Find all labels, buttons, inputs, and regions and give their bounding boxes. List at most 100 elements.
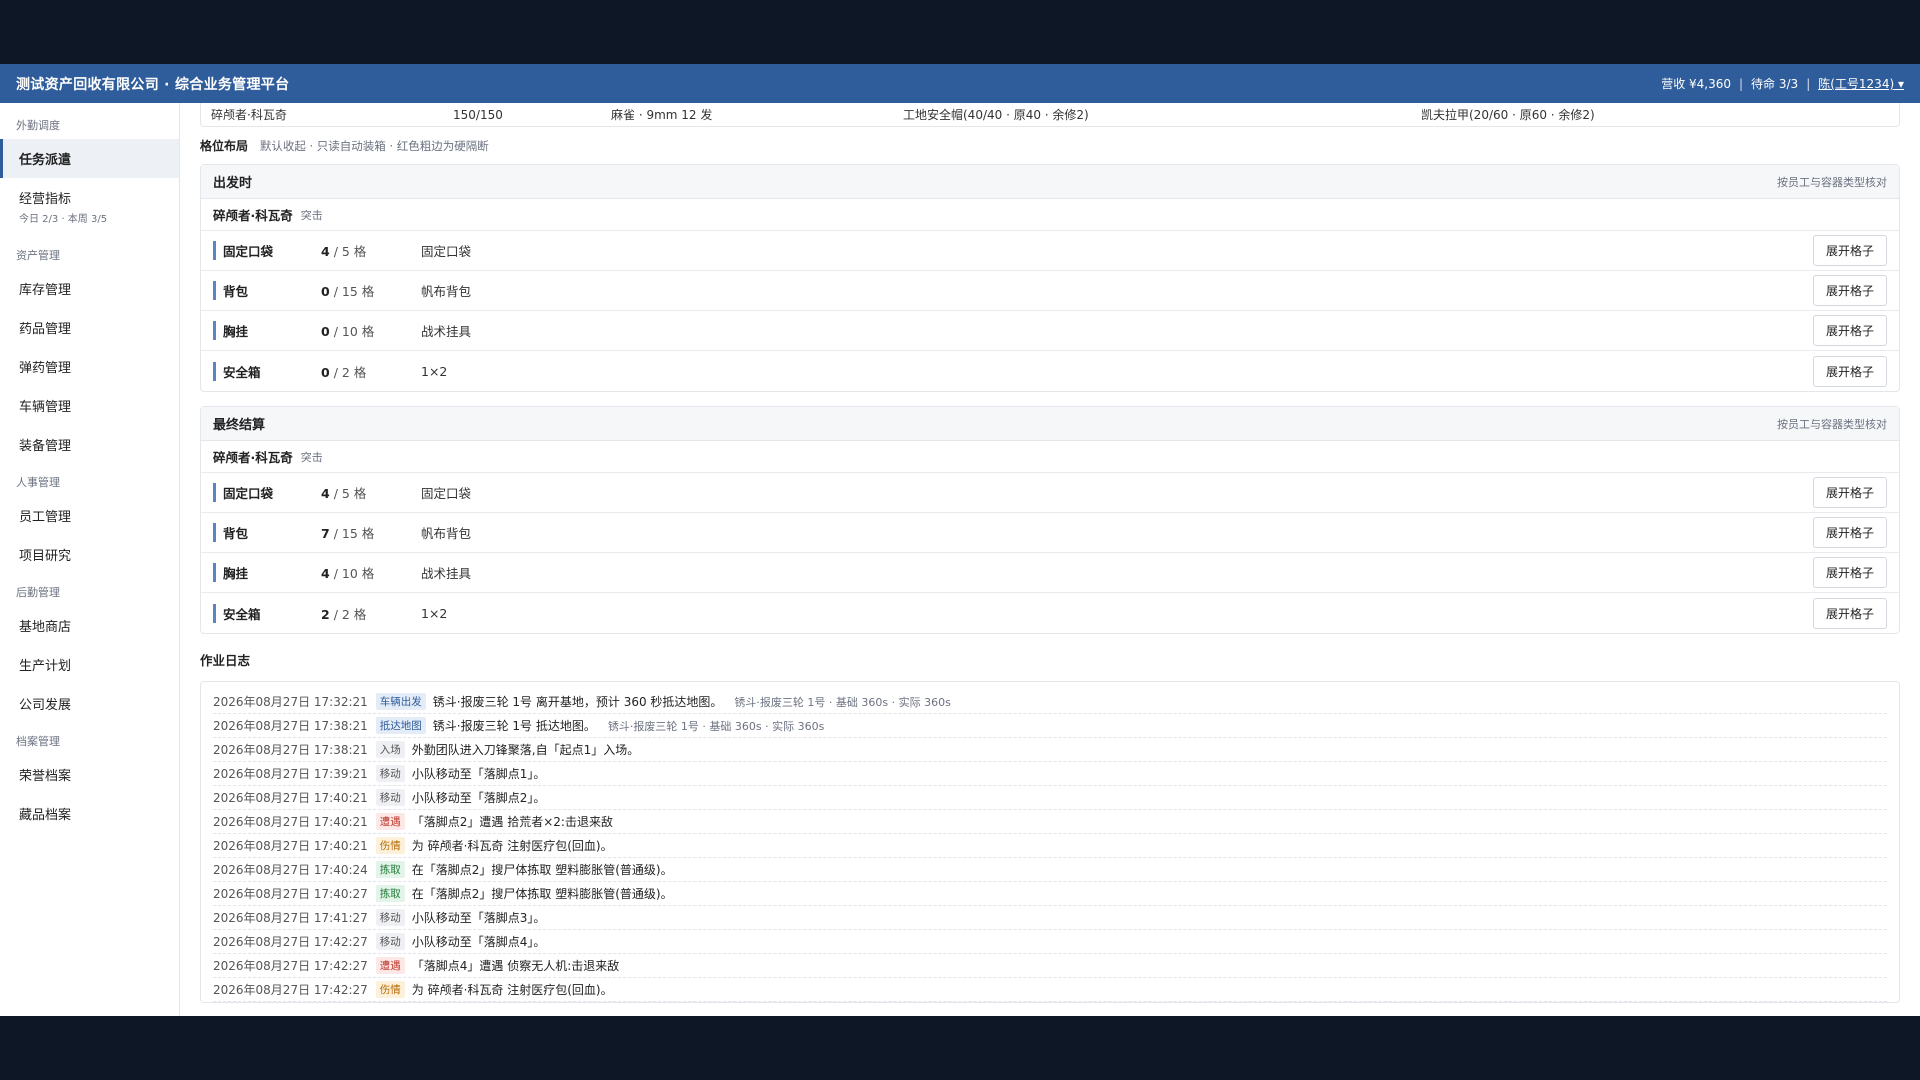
log-type-badge: 遭遇 — [375, 957, 405, 974]
log-timestamp: 2026年08月27日 17:40:21 — [213, 839, 368, 853]
slot-row: 安全箱 0 / 2 格 1×2 展开格子 — [201, 351, 1899, 391]
sidebar-item-medicine[interactable]: 药品管理 — [0, 308, 179, 347]
slot-row: 安全箱 2 / 2 格 1×2 展开格子 — [201, 593, 1899, 633]
slot-count: 0 / 15 格 — [321, 281, 421, 300]
sidebar-item-collection[interactable]: 藏品档案 — [0, 794, 179, 833]
top-bar-status: 营收 ¥4,360 | 待命 3/3 | 陈(工号1234) ▾ — [1661, 75, 1904, 92]
slot-row: 固定口袋 4 / 5 格 固定口袋 展开格子 — [201, 473, 1899, 513]
log-type-badge: 抵达地图 — [375, 717, 426, 734]
slot-type: 帆布背包 — [421, 284, 472, 299]
log-entry: 2026年08月27日 17:40:21 遭遇 「落脚点2」遭遇 拾荒者×2:击退来… — [213, 810, 1887, 834]
log-timestamp: 2026年08月27日 17:38:21 — [213, 719, 368, 733]
log-message: 在「落脚点2」搜尸体拣取 塑料膨胀管(普通级)。 — [411, 887, 673, 901]
grid-layout-header: 格位布局 默认收起 · 只读自动装箱 · 红色粗边为硬隔断 — [200, 127, 1900, 164]
log-entry: 2026年08月27日 17:40:24 拣取 在「落脚点2」搜尸体拣取 塑料膨胀管… — [213, 858, 1887, 882]
slot-capacity: / 2 格 — [333, 364, 367, 380]
main-content: 碎颅者·科瓦奇 150/150 麻雀 · 9mm 12 发 工地安全帽(40/4… — [180, 103, 1920, 1016]
log-type-badge: 移动 — [375, 765, 405, 782]
log-entry: 2026年08月27日 17:40:21 伤情为 碎颅者·科瓦奇 注射医疗包(回血… — [213, 834, 1887, 858]
slot-capacity: / 15 格 — [333, 526, 375, 541]
crew-name: 碎颅者·科瓦奇 — [211, 108, 287, 122]
user-menu[interactable]: 陈(工号1234) ▾ — [1818, 75, 1904, 92]
log-message: 「落脚点4」遭遇 侦察无人机:击退来敌 — [411, 959, 620, 973]
panel-header: 最终结算 按员工与容器类型核对 — [201, 407, 1899, 441]
expand-slots-button[interactable]: 展开格子 — [1812, 235, 1887, 266]
slot-row: 胸挂 4 / 10 格 战术挂具 展开格子 — [201, 553, 1899, 593]
log-type-badge: 伤情 — [375, 981, 405, 998]
slot-type: 战术挂具 — [421, 324, 472, 339]
sidebar-item-dispatch[interactable]: 任务派遣 — [0, 139, 179, 178]
slot-name: 固定口袋 — [213, 241, 321, 260]
log-entry: 2026年08月27日 17:41:27 移动 小队移动至「落脚点3」。 — [213, 906, 1887, 930]
slot-type: 1×2 — [421, 363, 448, 379]
sidebar-item-development[interactable]: 公司发展 — [0, 684, 179, 723]
slot-type: 固定口袋 — [421, 244, 472, 259]
chevron-down-icon: ▾ — [1897, 77, 1904, 91]
sidebar-item-equipment[interactable]: 装备管理 — [0, 425, 179, 464]
operator-row: 碎颅者·科瓦奇 突击 — [201, 441, 1899, 473]
expand-slots-button[interactable]: 展开格子 — [1812, 477, 1887, 508]
log-message: 锈斗·报废三轮 1号 抵达地图。 — [432, 719, 596, 733]
operator-row: 碎颅者·科瓦奇 突击 — [201, 199, 1899, 231]
panel-final-settlement: 最终结算 按员工与容器类型核对 碎颅者·科瓦奇 突击 固定口袋 4 / 5 格 … — [200, 406, 1900, 634]
sidebar-item-production[interactable]: 生产计划 — [0, 645, 179, 684]
log-entry: 2026年08月27日 17:40:27 拣取 在「落脚点2」搜尸体拣取 塑料膨胀管… — [213, 882, 1887, 906]
log-message: 锈斗·报废三轮 1号 离开基地，预计 360 秒抵达地图。 — [432, 695, 723, 709]
slot-used: 0 — [321, 364, 330, 380]
operation-log: 2026年08月27日 17:32:21 车辆出发 锈斗·报废三轮 1号 离开基地，… — [200, 681, 1900, 1003]
log-title: 作业日志 — [200, 653, 251, 668]
crew-armor: 凯夫拉甲(20/60 · 原60 · 余修2) — [1421, 108, 1595, 122]
slot-capacity: / 15 格 — [333, 284, 375, 299]
log-type-badge: 移动 — [375, 789, 405, 806]
sidebar-section-title: 人事管理 — [16, 476, 60, 489]
log-message: 在「落脚点2」搜尸体拣取 塑料膨胀管(普通级)。 — [411, 863, 673, 877]
log-timestamp: 2026年08月27日 17:42:27 — [213, 935, 368, 949]
panel-title: 出发时 — [213, 176, 253, 191]
sidebar-item-vehicles[interactable]: 车辆管理 — [0, 386, 179, 425]
slot-row: 背包 7 / 15 格 帆布背包 展开格子 — [201, 513, 1899, 553]
expand-slots-button[interactable]: 展开格子 — [1812, 517, 1887, 548]
sidebar-item-research[interactable]: 项目研究 — [0, 535, 179, 574]
top-bar: 测试资产回收有限公司 · 综合业务管理平台 营收 ¥4,360 | 待命 3/3… — [0, 64, 1920, 103]
log-message: 小队移动至「落脚点3」。 — [411, 911, 546, 925]
sidebar-item-honors[interactable]: 荣誉档案 — [0, 755, 179, 794]
slot-name: 背包 — [213, 281, 321, 300]
sidebar-item-staff[interactable]: 员工管理 — [0, 496, 179, 535]
app-window: 测试资产回收有限公司 · 综合业务管理平台 营收 ¥4,360 | 待命 3/3… — [0, 64, 1920, 1016]
sidebar-item-metrics[interactable]: 经营指标 今日 2/3 · 本周 3/5 — [0, 178, 179, 235]
log-detail: 锈斗·报废三轮 1号 · 基础 360s · 实际 360s — [607, 719, 825, 733]
sidebar-section-title: 后勤管理 — [16, 586, 60, 599]
log-entry: 2026年08月27日 17:39:21 移动 小队移动至「落脚点1」。 — [213, 762, 1887, 786]
log-message: 外勤团队进入刀锋聚落,自「起点1」入场。 — [411, 743, 640, 757]
slot-used: 2 — [321, 606, 330, 622]
panel-hint: 按员工与容器类型核对 — [1777, 175, 1887, 189]
sidebar: 外勤调度 任务派遣 经营指标 今日 2/3 · 本周 3/5 资产管理 库存管理… — [0, 103, 180, 1016]
slot-count: 2 / 2 格 — [321, 604, 421, 623]
sidebar-section-title: 资产管理 — [16, 249, 60, 262]
expand-slots-button[interactable]: 展开格子 — [1812, 275, 1887, 306]
revenue-display: 营收 ¥4,360 — [1661, 77, 1731, 91]
sidebar-item-ammo[interactable]: 弹药管理 — [0, 347, 179, 386]
panel-header: 出发时 按员工与容器类型核对 — [201, 165, 1899, 199]
expand-slots-button[interactable]: 展开格子 — [1812, 557, 1887, 588]
slot-type: 固定口袋 — [421, 486, 472, 501]
sidebar-item-inventory[interactable]: 库存管理 — [0, 269, 179, 308]
slot-name: 固定口袋 — [213, 483, 321, 502]
slot-used: 0 — [321, 284, 330, 299]
expand-slots-button[interactable]: 展开格子 — [1812, 315, 1887, 346]
slot-name: 胸挂 — [213, 321, 321, 340]
slot-type: 战术挂具 — [421, 566, 472, 581]
slot-used: 7 — [321, 526, 330, 541]
slot-capacity: / 5 格 — [333, 486, 367, 501]
divider: | — [1806, 76, 1811, 91]
log-type-badge: 伤情 — [375, 837, 405, 854]
grid-layout-title: 格位布局 — [200, 139, 249, 153]
log-timestamp: 2026年08月27日 17:40:21 — [213, 815, 368, 829]
crew-weapon: 麻雀 · 9mm 12 发 — [611, 108, 713, 122]
operator-role: 突击 — [300, 450, 323, 464]
log-timestamp: 2026年08月27日 17:40:24 — [213, 863, 368, 877]
expand-slots-button[interactable]: 展开格子 — [1812, 597, 1887, 629]
expand-slots-button[interactable]: 展开格子 — [1812, 355, 1887, 387]
sidebar-item-shop[interactable]: 基地商店 — [0, 606, 179, 645]
crew-hp: 150/150 — [453, 107, 503, 122]
